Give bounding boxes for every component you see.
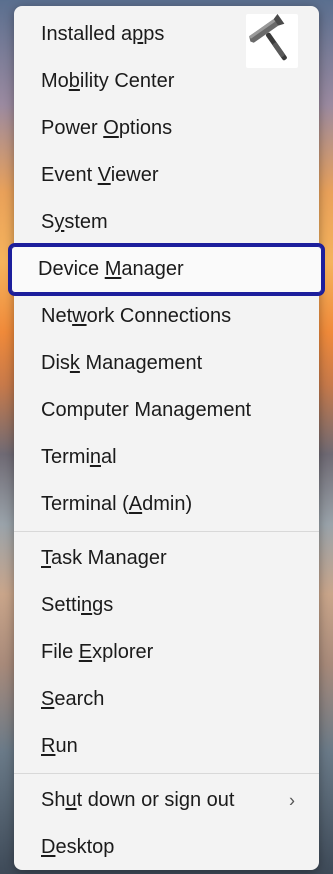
menu-item-search[interactable]: Search [18, 676, 315, 723]
menu-item-run[interactable]: Run [18, 723, 315, 770]
menu-item-label: Desktop [41, 836, 115, 858]
menu-item-label: Shut down or sign out [41, 789, 235, 811]
menu-item-desktop[interactable]: Desktop [18, 824, 315, 871]
winx-context-menu: Installed apps Mobility Center Power Optio… [8, 6, 325, 871]
menu-item-file-explorer[interactable]: File Explorer [18, 629, 315, 676]
menu-item-label: Settings [41, 594, 114, 616]
menu-item-network-connections[interactable]: Network Connections [18, 293, 315, 340]
menu-item-label: Device Manager [38, 258, 184, 280]
menu-item-label: Installed apps [41, 23, 165, 45]
menu-item-system[interactable]: System [18, 199, 315, 246]
menu-separator [14, 773, 319, 774]
menu-item-label: Search [41, 688, 105, 710]
menu-item-power-options[interactable]: Power Options [18, 105, 315, 152]
menu-item-label: Terminal (Admin) [41, 493, 193, 515]
menu-item-task-manager[interactable]: Task Manager [18, 535, 315, 582]
menu-item-settings[interactable]: Settings [18, 582, 315, 629]
menu-item-label: Network Connections [41, 305, 232, 327]
menu-item-label: System [41, 211, 108, 233]
hammer-icon [246, 13, 298, 68]
menu-item-label: Task Manager [41, 547, 167, 569]
menu-separator [14, 531, 319, 532]
menu-item-label: Event Viewer [41, 164, 159, 186]
menu-item-label: Run [41, 735, 78, 757]
menu-item-terminal-admin[interactable]: Terminal (Admin) [18, 481, 315, 528]
menu-item-label: Computer Management [41, 399, 252, 421]
menu-item-computer-management[interactable]: Computer Management [18, 387, 315, 434]
menu-item-label: Power Options [41, 117, 173, 139]
menu-item-label: Terminal [41, 446, 117, 468]
chevron-right-icon: › [289, 790, 295, 810]
menu-item-terminal[interactable]: Terminal [18, 434, 315, 481]
menu-item-event-viewer[interactable]: Event Viewer [18, 152, 315, 199]
menu-item-label: File Explorer [41, 641, 154, 663]
menu-item-label: Disk Management [41, 352, 203, 374]
desktop-wallpaper-left [0, 0, 14, 874]
menu-item-shut-down[interactable]: Shut down or sign out › [18, 777, 315, 824]
menu-item-disk-management[interactable]: Disk Management [18, 340, 315, 387]
menu-item-device-manager[interactable]: Device Manager [8, 243, 325, 296]
desktop-wallpaper-right [317, 0, 333, 874]
menu-item-label: Mobility Center [41, 70, 175, 92]
